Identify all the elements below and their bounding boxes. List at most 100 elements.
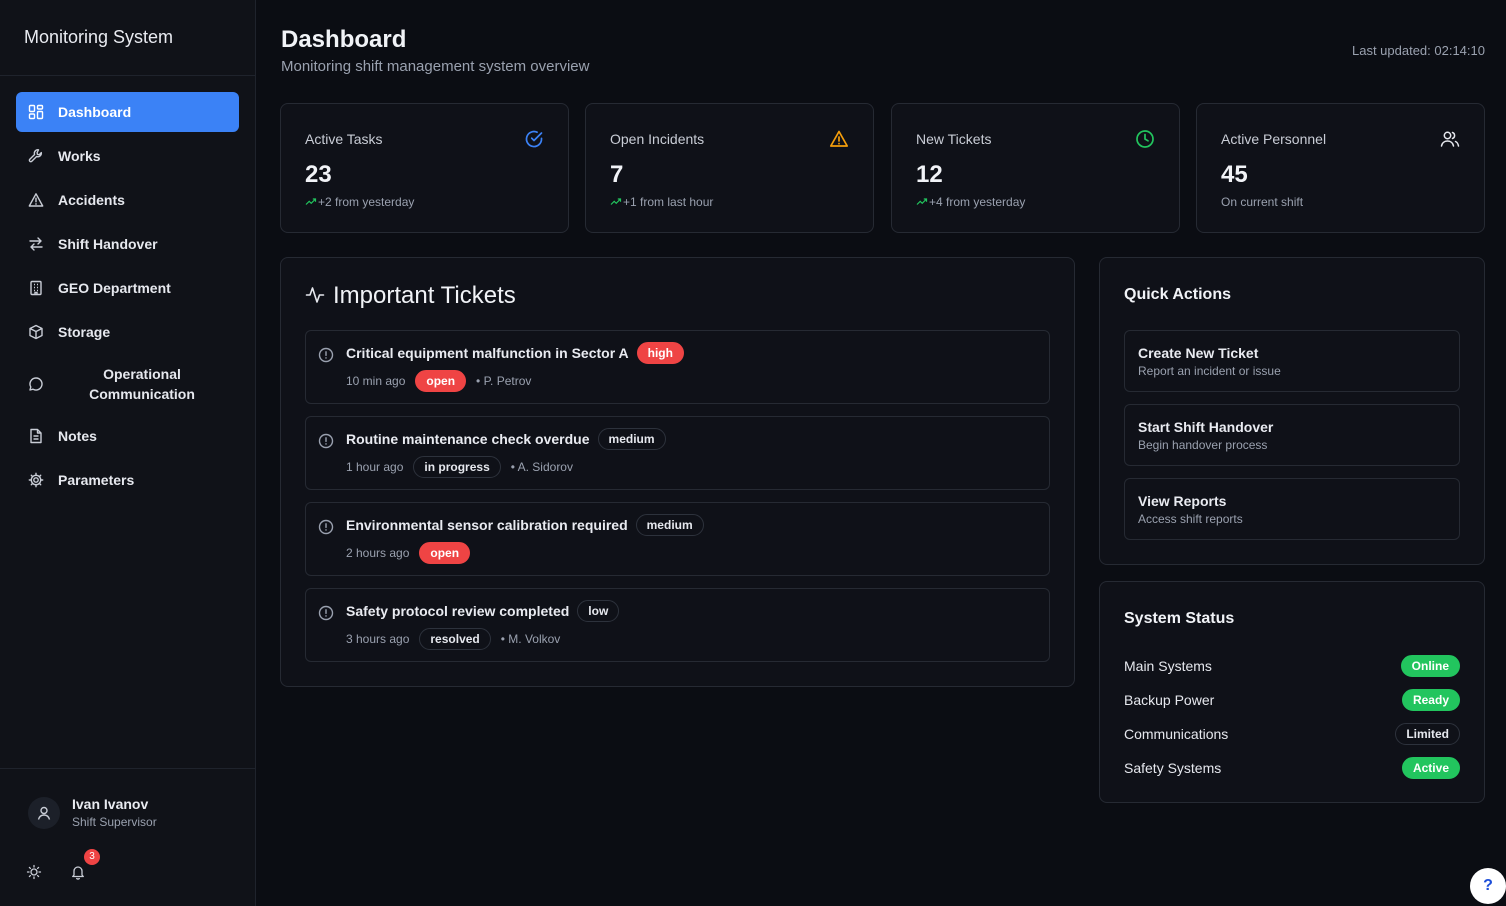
stat-value: 7 [610,161,624,188]
sidebar-item-shift-handover[interactable]: Shift Handover [16,224,239,264]
stat-card-new-tickets: New Tickets 12 +4 from yesterday [891,103,1180,233]
stat-value: 23 [305,161,332,188]
document-icon [28,428,44,444]
alert-circle-icon [318,519,334,535]
check-circle-icon [524,129,544,149]
action-title: Create New Ticket [1138,345,1259,361]
message-icon [28,376,44,392]
sidebar-item-dashboard[interactable]: Dashboard [16,92,239,132]
ticket-title: Routine maintenance check overdue [346,431,590,447]
action-description: Access shift reports [1138,512,1243,526]
stat-card-active-personnel: Active Personnel 45 On current shift [1196,103,1485,233]
system-status-card: System Status Main Systems Online Backup… [1099,581,1485,803]
ticket-item[interactable]: Routine maintenance check overdue medium… [305,416,1050,490]
status-badge: open [415,370,467,392]
user-role: Shift Supervisor [72,815,157,829]
sidebar-item-works[interactable]: Works [16,136,239,176]
ticket-time: 3 hours ago [346,632,410,646]
ticket-item[interactable]: Safety protocol review completed low 3 h… [305,588,1050,662]
arrows-swap-icon [28,236,44,252]
ticket-assignee: • P. Petrov [476,374,532,388]
sidebar-item-label: Storage [58,324,111,340]
sidebar-footer: Ivan Ivanov Shift Supervisor 3 [0,768,255,906]
warning-icon [829,129,849,149]
stat-subtext: +1 from last hour [610,195,713,209]
notification-badge: 3 [84,849,100,865]
activity-icon [305,285,325,305]
status-label: Backup Power [1124,692,1215,708]
help-button[interactable]: ? [1470,868,1506,904]
bell-icon[interactable] [70,864,86,880]
wrench-icon [28,148,44,164]
stat-subtext: +4 from yesterday [916,195,1025,209]
action-description: Begin handover process [1138,438,1268,452]
action-title: View Reports [1138,493,1227,509]
ticket-time: 1 hour ago [346,460,404,474]
page-subtitle: Monitoring shift management system overv… [281,58,590,75]
page-title: Dashboard [281,26,407,53]
sidebar-item-label: Works [58,148,101,164]
start-shift-handover-button[interactable]: Start Shift Handover Begin handover proc… [1124,404,1460,466]
status-badge: open [419,542,471,564]
ticket-time: 2 hours ago [346,546,410,560]
stat-title: Active Tasks [305,131,383,147]
sun-icon[interactable] [26,864,42,880]
status-badge: Online [1400,655,1460,677]
section-title: Quick Actions [1124,286,1231,303]
ticket-title: Critical equipment malfunction in Sector… [346,345,629,361]
priority-badge: medium [597,428,666,450]
ticket-item[interactable]: Environmental sensor calibration require… [305,502,1050,576]
status-row: Communications Limited [1124,722,1460,746]
sidebar-item-storage[interactable]: Storage [16,312,239,352]
sidebar-item-notes[interactable]: Notes [16,416,239,456]
alert-circle-icon [318,347,334,363]
last-updated: Last updated: 02:14:10 [1351,43,1485,58]
ticket-item[interactable]: Critical equipment malfunction in Sector… [305,330,1050,404]
stat-value: 12 [916,161,943,188]
action-title: Start Shift Handover [1138,419,1274,435]
sidebar-item-accidents[interactable]: Accidents [16,180,239,220]
stat-subtext: On current shift [1221,195,1304,209]
trend-up-icon [610,198,622,205]
trend-up-icon [305,198,317,205]
stat-card-open-incidents: Open Incidents 7 +1 from last hour [585,103,874,233]
ticket-time: 10 min ago [346,374,406,388]
status-row: Backup Power Ready [1124,688,1460,712]
important-tickets-card: Important Tickets Critical equipment mal… [280,257,1075,687]
section-title: System Status [1124,610,1235,627]
dashboard-icon [28,104,44,120]
sidebar-item-geo-department[interactable]: GEO Department [16,268,239,308]
quick-actions-card: Quick Actions Create New Ticket Report a… [1099,257,1485,565]
priority-badge: low [577,600,620,622]
clock-icon [1135,129,1155,149]
ticket-assignee: • A. Sidorov [510,460,573,474]
building-icon [28,280,44,296]
sidebar-item-label: Accidents [58,192,125,208]
package-icon [28,324,44,340]
status-badge: resolved [419,628,491,650]
priority-badge: high [636,342,684,364]
stat-title: Open Incidents [610,131,705,147]
stat-subtext: +2 from yesterday [305,195,414,209]
alert-circle-icon [318,433,334,449]
users-icon [1440,129,1460,149]
ticket-title: Environmental sensor calibration require… [346,517,628,533]
create-new-ticket-button[interactable]: Create New Ticket Report an incident or … [1124,330,1460,392]
view-reports-button[interactable]: View Reports Access shift reports [1124,478,1460,540]
avatar[interactable] [28,797,60,829]
action-description: Report an incident or issue [1138,364,1281,378]
user-name: Ivan Ivanov [72,796,149,812]
priority-badge: medium [635,514,704,536]
status-row: Main Systems Online [1124,654,1460,678]
stat-subtext-label: +2 from yesterday [318,195,415,209]
status-badge: Ready [1401,689,1460,711]
stat-value: 45 [1221,161,1248,188]
sidebar-item-operational-communication[interactable]: Operational Communication [16,356,239,412]
stat-card-active-tasks: Active Tasks 23 +2 from yesterday [280,103,569,233]
sidebar-item-label: GEO Department [58,280,171,296]
app-title: Monitoring System [0,0,255,76]
sidebar-item-label: Operational Communication [89,366,195,402]
status-badge: Limited [1395,723,1460,745]
status-label: Safety Systems [1124,760,1222,776]
sidebar-item-parameters[interactable]: Parameters [16,460,239,500]
